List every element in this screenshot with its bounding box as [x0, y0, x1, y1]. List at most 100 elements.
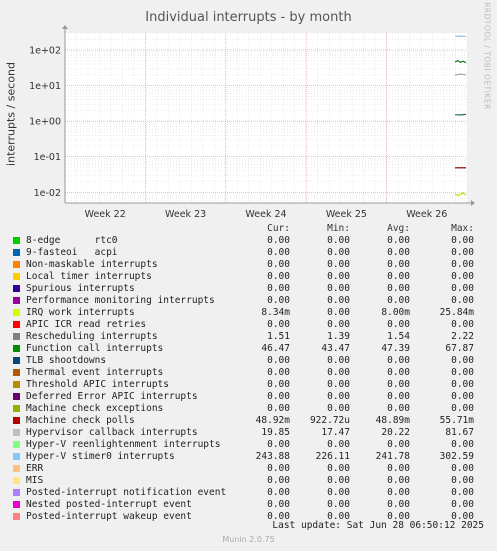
- series-line: [454, 113, 467, 116]
- legend-value-avg: 0.00: [387, 391, 410, 402]
- legend-value-min: 43.47: [321, 343, 350, 354]
- legend-value-cur: 48.92m: [255, 415, 290, 426]
- legend-value-cur: 0.00: [267, 271, 290, 282]
- legend-row: Hyper-V stimer0 interrupts 243.88 226.11 24…: [0, 451, 497, 463]
- legend-row: Performance monitoring interrupts 0.00 0.0…: [0, 295, 497, 307]
- legend-swatch: [13, 453, 20, 460]
- legend-label: Performance monitoring interrupts: [26, 295, 215, 306]
- legend-value-max: 55.71m: [439, 415, 474, 426]
- legend-value-min: 17.47: [321, 427, 350, 438]
- legend-value-max: 0.00: [451, 391, 474, 402]
- legend-swatch: [13, 393, 20, 400]
- legend-swatch: [13, 489, 20, 496]
- legend-swatch: [13, 465, 20, 472]
- x-tick-label: Week 23: [165, 209, 206, 220]
- legend-row: Spurious interrupts 0.00 0.00 0.00 0.00: [0, 283, 497, 295]
- legend-label: ERR: [26, 463, 44, 474]
- y-tick-label: 1e-02: [34, 188, 61, 199]
- legend-row: ERR 0.00 0.00 0.00 0.00: [0, 463, 497, 475]
- legend-value-avg: 0.00: [387, 367, 410, 378]
- legend-label: Machine check polls: [26, 415, 135, 426]
- legend-value-cur: 0.00: [267, 391, 290, 402]
- legend-value-min: 0.00: [327, 475, 350, 486]
- legend-value-cur: 0.00: [267, 403, 290, 414]
- legend-value-avg: 48.89m: [375, 415, 410, 426]
- legend-label: Function call interrupts: [26, 343, 164, 354]
- legend-swatch: [13, 273, 20, 280]
- legend-label: Thermal event interrupts: [26, 367, 164, 378]
- legend-value-avg: 0.00: [387, 235, 410, 246]
- legend-value-max: 0.00: [451, 319, 474, 330]
- legend-value-cur: 243.88: [255, 451, 290, 462]
- legend-value-cur: 46.47: [261, 343, 290, 354]
- legend-value-avg: 20.22: [381, 427, 410, 438]
- x-tick-label: Week 26: [406, 209, 447, 220]
- legend-swatch: [13, 297, 20, 304]
- legend-value-avg: 0.00: [387, 259, 410, 270]
- legend-column-header: Avg:: [387, 223, 410, 234]
- legend-value-avg: 0.00: [387, 379, 410, 390]
- legend-value-max: 0.00: [451, 283, 474, 294]
- legend-value-cur: 0.00: [267, 259, 290, 270]
- legend-value-min: 1.39: [327, 331, 350, 342]
- legend-value-min: 0.00: [327, 499, 350, 510]
- legend-label: TLB shootdowns: [26, 355, 107, 366]
- legend-row: TLB shootdowns 0.00 0.00 0.00 0.00: [0, 355, 497, 367]
- legend-value-min: 0.00: [327, 307, 350, 318]
- legend-value-avg: 0.00: [387, 439, 410, 450]
- legend-label: Hyper-V stimer0 interrupts: [26, 451, 175, 462]
- legend-value-max: 302.59: [439, 451, 474, 462]
- legend-label: Hyper-V reenlightenment interrupts: [26, 439, 221, 450]
- y-tick-label: 1e+00: [29, 117, 61, 128]
- legend-swatch: [13, 357, 20, 364]
- legend-column-header: Max:: [451, 223, 474, 234]
- legend-value-avg: 0.00: [387, 463, 410, 474]
- legend-swatch: [13, 237, 20, 244]
- legend-value-max: 0.00: [451, 487, 474, 498]
- legend-value-max: 0.00: [451, 379, 474, 390]
- legend-value-cur: 0.00: [267, 499, 290, 510]
- legend-value-min: 922.72u: [309, 415, 350, 426]
- legend-row: Non-maskable interrupts 0.00 0.00 0.00 0.00: [0, 259, 497, 271]
- legend-label: Posted-interrupt notification event: [26, 487, 227, 498]
- x-tick-label: Week 22: [85, 209, 126, 220]
- legend-swatch: [13, 477, 20, 484]
- legend-label: Machine check exceptions: [26, 403, 164, 414]
- plot-area: 1e-02 1e-01 1e+00 1e+01 1e+02 Week 22 Week 23 W…: [29, 25, 475, 220]
- legend-swatch: [13, 417, 20, 424]
- legend-value-avg: 8.00m: [381, 307, 410, 318]
- legend-label: 9-fasteoi acpi: [26, 247, 118, 258]
- legend-value-min: 0.00: [327, 235, 350, 246]
- legend-value-max: 0.00: [451, 259, 474, 270]
- legend-swatch: [13, 513, 20, 520]
- legend-value-avg: 0.00: [387, 475, 410, 486]
- legend-row: Threshold APIC interrupts 0.00 0.00 0.00 0.0…: [0, 379, 497, 391]
- legend-value-max: 81.67: [445, 427, 474, 438]
- legend-value-max: 0.00: [451, 463, 474, 474]
- legend-value-cur: 19.85: [261, 427, 290, 438]
- legend-swatch: [13, 441, 20, 448]
- legend-value-cur: 0.00: [267, 439, 290, 450]
- legend-label: MIS: [26, 475, 44, 486]
- legend-label: 8-edge rtc0: [26, 235, 118, 246]
- legend-row: Posted-interrupt notification event 0.00 0…: [0, 487, 497, 499]
- legend-label: Rescheduling interrupts: [26, 331, 158, 342]
- legend-value-min: 0.00: [327, 247, 350, 258]
- y-tick-label: 1e+02: [29, 45, 61, 56]
- legend-value-avg: 0.00: [387, 271, 410, 282]
- legend-row: Machine check exceptions 0.00 0.00 0.00 0.00: [0, 403, 497, 415]
- legend-value-cur: 0.00: [267, 475, 290, 486]
- legend-row: Deferred Error APIC interrupts 0.00 0.00 0.…: [0, 391, 497, 403]
- legend-value-cur: 0.00: [267, 247, 290, 258]
- legend-row: Hypervisor callback interrupts 19.85 17.47…: [0, 427, 497, 439]
- legend-row: Rescheduling interrupts 1.51 1.39 1.54 2.22: [0, 331, 497, 343]
- legend-value-avg: 0.00: [387, 403, 410, 414]
- legend-value-min: 0.00: [327, 379, 350, 390]
- legend-swatch: [13, 369, 20, 376]
- legend-row: Function call interrupts 46.47 43.47 47.39 6…: [0, 343, 497, 355]
- legend-value-max: 0.00: [451, 355, 474, 366]
- legend-value-avg: 241.78: [375, 451, 410, 462]
- legend-value-avg: 0.00: [387, 355, 410, 366]
- legend-value-min: 0.00: [327, 319, 350, 330]
- legend-value-max: 0.00: [451, 499, 474, 510]
